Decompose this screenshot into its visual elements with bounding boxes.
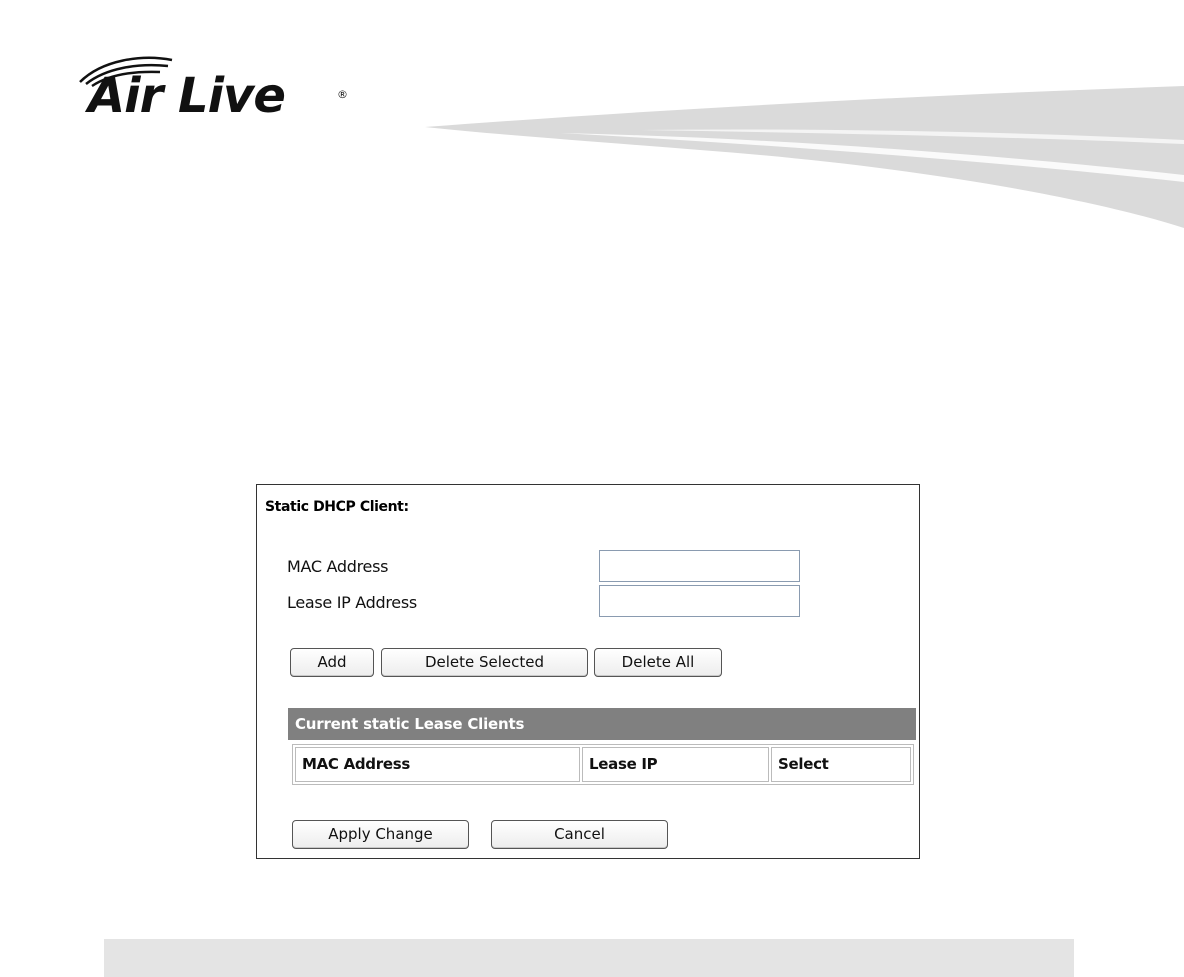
- cancel-button[interactable]: Cancel: [491, 820, 668, 849]
- static-lease-table: Current static Lease Clients MAC Address…: [288, 708, 916, 788]
- table-header-row: MAC Address Lease IP Select: [292, 744, 914, 785]
- apply-change-button[interactable]: Apply Change: [292, 820, 469, 849]
- column-mac-address: MAC Address: [295, 747, 580, 782]
- column-select: Select: [771, 747, 911, 782]
- registered-mark: ®: [337, 88, 348, 101]
- mac-address-input[interactable]: [599, 550, 800, 582]
- static-dhcp-panel: Static DHCP Client: MAC Address Lease IP…: [256, 484, 920, 859]
- mac-address-label: MAC Address: [287, 557, 389, 576]
- delete-selected-button[interactable]: Delete Selected: [381, 648, 588, 677]
- add-button[interactable]: Add: [290, 648, 374, 677]
- panel-title: Static DHCP Client:: [265, 499, 409, 515]
- footer-bar: [104, 939, 1074, 977]
- logo-wordmark: Air Live: [88, 68, 286, 124]
- table-title: Current static Lease Clients: [288, 708, 916, 740]
- lease-ip-input[interactable]: [599, 585, 800, 617]
- column-lease-ip: Lease IP: [582, 747, 769, 782]
- lease-ip-label: Lease IP Address: [287, 593, 417, 612]
- delete-all-button[interactable]: Delete All: [594, 648, 722, 677]
